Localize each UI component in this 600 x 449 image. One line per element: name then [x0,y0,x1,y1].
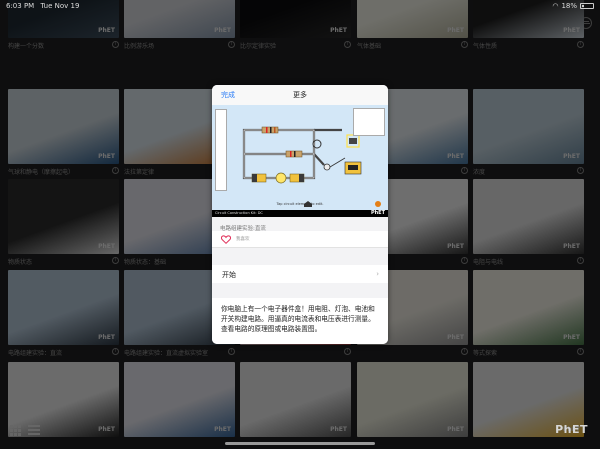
status-date: Tue Nov 19 [40,2,80,10]
simulation-description: 你电脑上有一个电子器件盒！用电阻、灯泡、电池和开关构建电路。用逼真的电流表和电压… [212,298,388,344]
sim-navbar-logo: PhET [370,210,385,216]
view-options-panel [353,108,385,136]
home-indicator[interactable] [225,442,375,445]
battery-icon [580,3,594,9]
screen: { "status": { "time": "6:03 PM", "date":… [0,0,600,449]
phet-logo: PhET [555,423,588,436]
favorite-label: 我喜欢 [236,237,250,242]
popover-header: 完成 更多 [212,85,388,105]
battery-percent: 18% [561,2,577,10]
chevron-right-icon: › [376,270,379,278]
simulation-screenshot: Tap circuit element to edit. Circuit Con… [212,105,388,217]
grid-view-icon[interactable] [10,425,21,436]
wifi-icon: ◠ [552,2,559,10]
heart-icon[interactable] [221,235,231,244]
status-time: 6:03 PM [6,2,35,10]
favorite-row[interactable]: 我喜欢 [212,231,388,248]
popover-title: 更多 [293,91,307,99]
circuit-toolbox [215,109,227,191]
start-label: 开始 [222,271,236,279]
list-view-icon[interactable] [28,425,40,435]
sim-navbar-title: Circuit Construction Kit: DC [215,211,263,215]
sim-navbar: Circuit Construction Kit: DC PhET [212,210,388,217]
start-row[interactable]: 开始 › [212,265,388,283]
details-popover: 完成 更多 Tap circuit element to edit. Circu… [212,85,388,344]
circuit-hint: Tap circuit element to edit. [276,202,324,206]
status-bar: 6:03 PM Tue Nov 19 ◠ 18% [0,0,600,12]
